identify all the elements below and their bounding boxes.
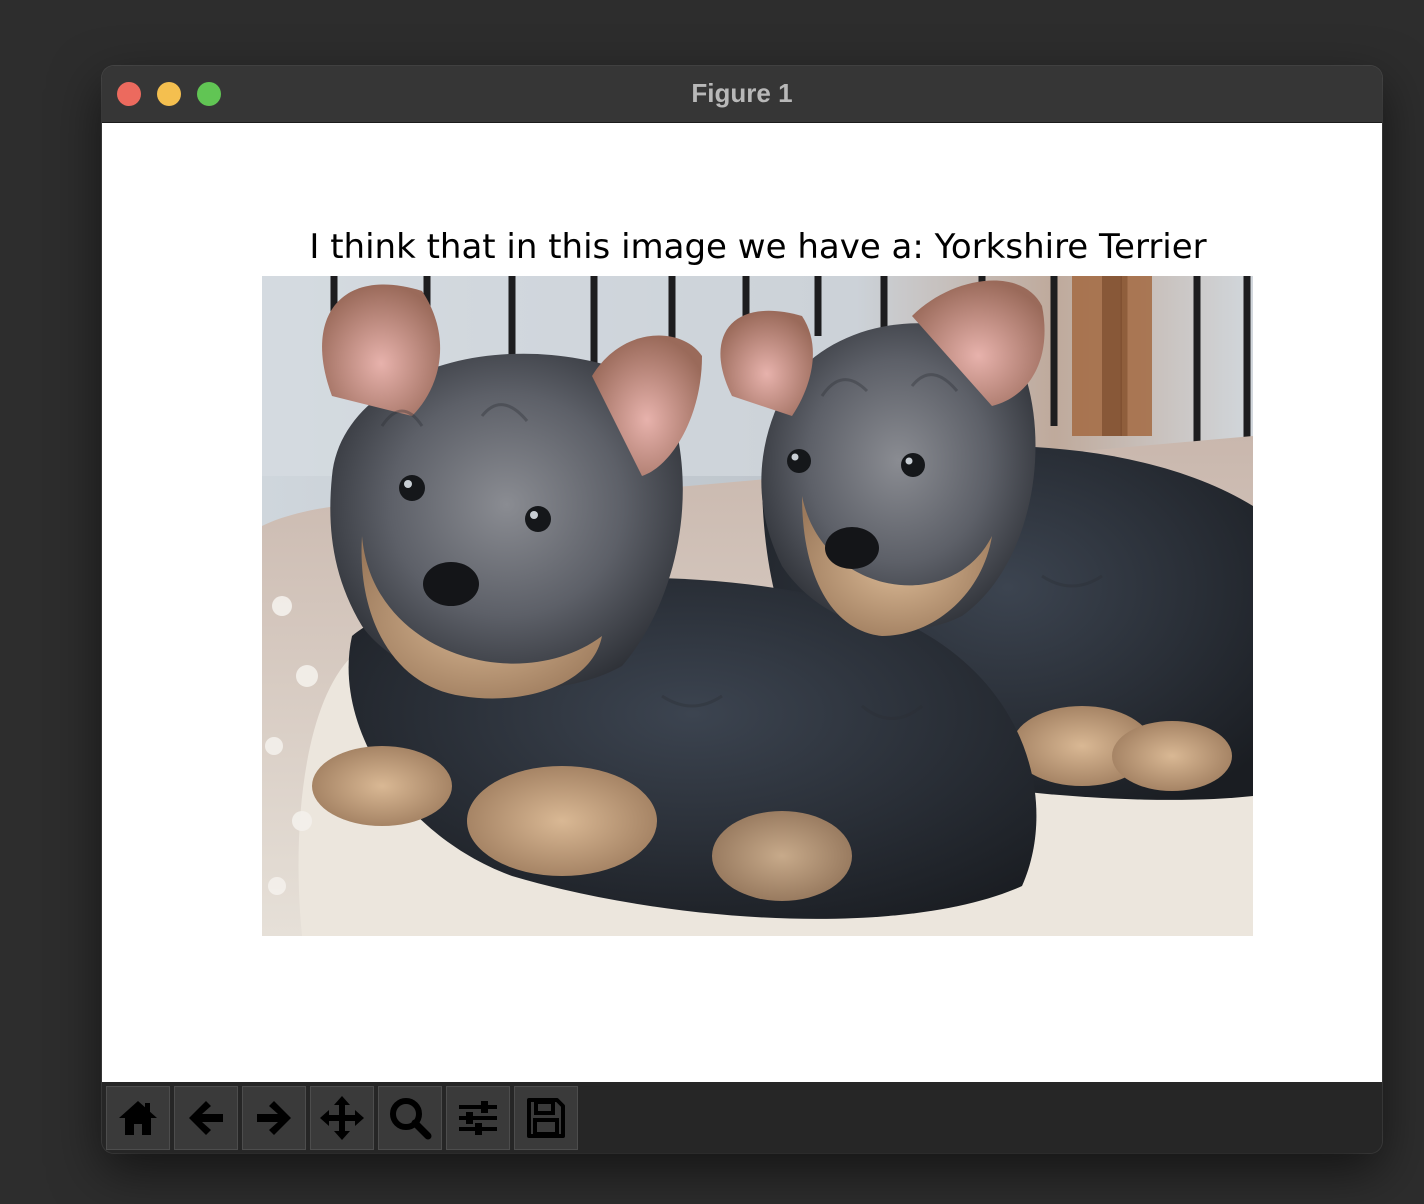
zoom-button[interactable] [378,1086,442,1150]
arrow-right-icon [257,1101,291,1135]
sliders-icon [459,1101,497,1135]
figure-window: Figure 1 I think that in this image we h… [102,66,1382,1153]
magnifier-icon [390,1098,432,1140]
pan-button[interactable] [310,1086,374,1150]
arrow-left-icon [189,1101,223,1135]
navigation-toolbar [102,1082,1382,1153]
move-icon [320,1096,364,1140]
home-icon [119,1101,157,1135]
home-button[interactable] [106,1086,170,1150]
floppy-disk-icon [527,1098,565,1138]
back-button[interactable] [174,1086,238,1150]
axes-title: I think that in this image we have a: Yo… [309,227,1207,267]
dog-photo-illustration [262,276,1253,936]
title-bar[interactable]: Figure 1 [102,66,1382,123]
window-title: Figure 1 [691,78,793,108]
forward-button[interactable] [242,1086,306,1150]
dog-photo [262,276,1253,936]
desktop-background: Figure 1 I think that in this image we h… [0,0,1424,1204]
save-button[interactable] [514,1086,578,1150]
figure-canvas[interactable]: I think that in this image we have a: Yo… [102,123,1382,1082]
configure-subplots-button[interactable] [446,1086,510,1150]
